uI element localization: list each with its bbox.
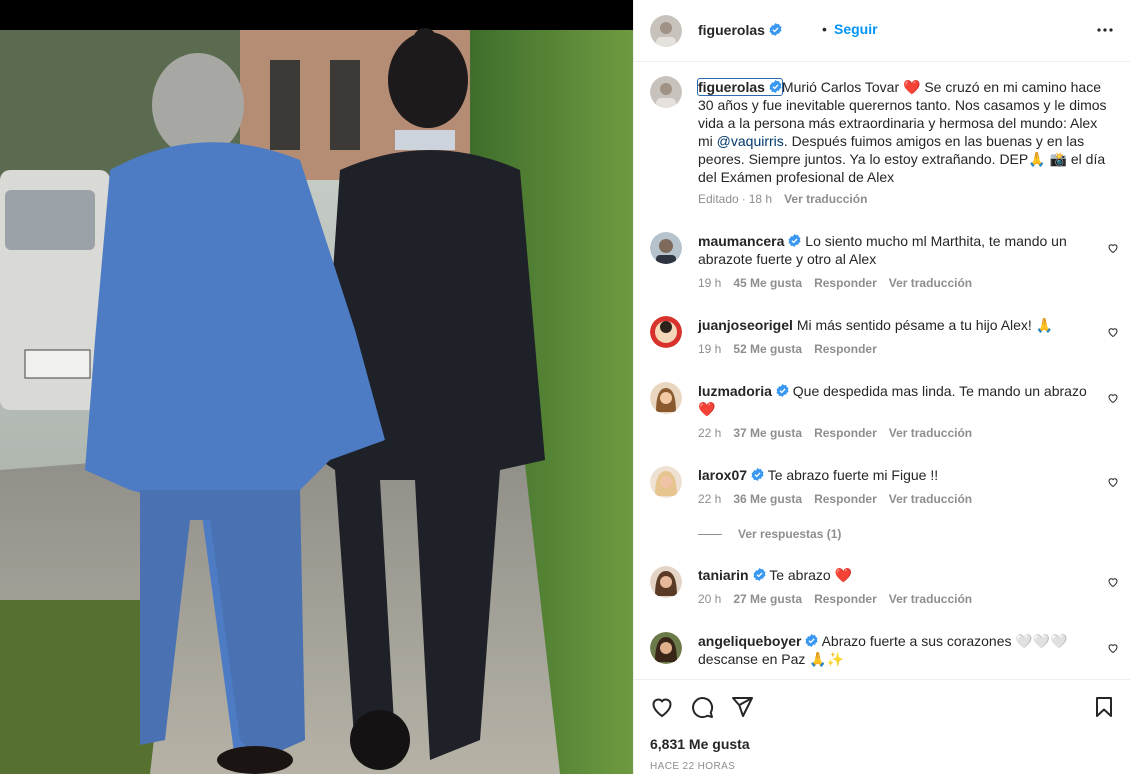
comment-icon[interactable] <box>690 695 714 719</box>
post-likes-count[interactable]: 6,831 Me gusta <box>650 736 750 752</box>
caption-edited-label: Editado <box>698 192 739 206</box>
verified-badge-icon <box>788 234 801 247</box>
comment-time[interactable]: 22 h <box>698 426 721 440</box>
comment-body: Te abrazo fuerte mi Figue !! <box>767 467 939 483</box>
comment-body: Te abrazo ❤️ <box>769 567 853 583</box>
comment-like-heart-icon[interactable] <box>1107 392 1119 404</box>
comment-likes[interactable]: 37 Me gusta <box>733 426 802 440</box>
view-replies-label: Ver respuestas (1) <box>738 527 842 541</box>
comment-reply-button[interactable]: Responder <box>814 592 877 606</box>
verified-badge-icon <box>769 80 782 93</box>
verified-badge-icon <box>805 634 818 647</box>
caption-mention-link[interactable]: @vaquirris <box>717 133 784 149</box>
caption-text: figuerolas Murió Carlos Tovar ❤️ Se cruzó… <box>697 78 1114 186</box>
caption-username[interactable]: figuerolas <box>697 78 783 96</box>
commenter-username[interactable]: larox07 <box>698 467 747 483</box>
bookmark-icon[interactable] <box>1092 695 1116 719</box>
verified-badge-icon <box>769 23 782 36</box>
post-side-panel: figuerolas • Seguir figuerolas Murió Carl… <box>633 0 1130 774</box>
comment-translate-link[interactable]: Ver traducción <box>889 276 972 290</box>
replies-divider-line <box>698 534 722 536</box>
post-actions-bar: 6,831 Me gusta HACE 22 HORAS <box>634 679 1130 774</box>
commenter-username[interactable]: juanjoseorigel <box>698 317 793 333</box>
comment-likes[interactable]: 36 Me gusta <box>733 492 802 506</box>
comment-like-heart-icon[interactable] <box>1107 476 1119 488</box>
caption-author-avatar[interactable] <box>650 76 682 108</box>
comment-translate-link[interactable]: Ver traducción <box>889 492 972 506</box>
author-avatar[interactable] <box>650 15 682 47</box>
commenter-username[interactable]: luzmadoria <box>698 383 772 399</box>
share-icon[interactable] <box>730 695 754 719</box>
comment-translate-link[interactable]: Ver traducción <box>889 592 972 606</box>
comment-like-heart-icon[interactable] <box>1107 326 1119 338</box>
comment-text: taniarin Te abrazo ❤️ <box>698 566 1092 584</box>
author-username[interactable]: figuerolas <box>698 22 782 38</box>
caption-translate-link[interactable]: Ver traducción <box>784 192 867 206</box>
instagram-post-view: figuerolas • Seguir figuerolas Murió Carl… <box>0 0 1130 774</box>
commenter-avatar[interactable] <box>650 632 682 664</box>
commenter-avatar[interactable] <box>650 316 682 348</box>
comment-time[interactable]: 19 h <box>698 342 721 356</box>
comment-reply-button[interactable]: Responder <box>814 426 877 440</box>
comment-text: maumancera Lo siento mucho ml Marthita, … <box>698 232 1092 268</box>
verified-badge-icon <box>753 568 766 581</box>
verified-badge-icon <box>751 468 764 481</box>
commenter-username[interactable]: taniarin <box>698 567 749 583</box>
comment-reply-button[interactable]: Responder <box>814 342 877 356</box>
comment-meta: 19 h 52 Me gusta Responder <box>698 342 889 356</box>
heart-icon[interactable] <box>650 695 674 719</box>
comment-likes[interactable]: 45 Me gusta <box>733 276 802 290</box>
comment-reply-button[interactable]: Responder <box>814 492 877 506</box>
comment-reply-button[interactable]: Responder <box>814 276 877 290</box>
commenter-username[interactable]: angeliqueboyer <box>698 633 801 649</box>
comment-meta: 20 h 27 Me gusta Responder Ver traducción <box>698 592 984 606</box>
comment-time[interactable]: 22 h <box>698 492 721 506</box>
commenter-avatar[interactable] <box>650 382 682 414</box>
comment-meta: 22 h 36 Me gusta Responder Ver traducción <box>698 492 984 506</box>
more-options-icon[interactable] <box>1095 20 1115 40</box>
commenter-avatar[interactable] <box>650 566 682 598</box>
commenter-avatar[interactable] <box>650 466 682 498</box>
verified-badge-icon <box>776 384 789 397</box>
comment-text: larox07 Te abrazo fuerte mi Figue !! <box>698 466 1092 484</box>
separator-dot: • <box>822 21 827 37</box>
view-replies-button[interactable]: Ver respuestas (1) <box>698 527 841 541</box>
comment-meta: 19 h 45 Me gusta Responder Ver traducción <box>698 276 984 290</box>
comment-text: luzmadoria Que despedida mas linda. Te m… <box>698 382 1092 418</box>
comment-text: angeliqueboyer Abrazo fuerte a sus coraz… <box>698 632 1092 668</box>
comment-time[interactable]: 19 h <box>698 276 721 290</box>
caption-dot: · <box>741 192 746 206</box>
comment-likes[interactable]: 27 Me gusta <box>733 592 802 606</box>
commenter-avatar[interactable] <box>650 232 682 264</box>
commenter-username[interactable]: maumancera <box>698 233 784 249</box>
comment-text: juanjoseorigel Mi más sentido pésame a t… <box>698 316 1092 334</box>
comment-meta: 22 h 37 Me gusta Responder Ver traducción <box>698 426 984 440</box>
caption-meta: Editado · 18 h Ver traducción <box>698 192 879 206</box>
comment-like-heart-icon[interactable] <box>1107 576 1119 588</box>
follow-button[interactable]: Seguir <box>834 21 878 37</box>
post-header: figuerolas • Seguir <box>634 0 1130 62</box>
comment-body: Mi más sentido pésame a tu hijo Alex! 🙏 <box>796 317 1054 333</box>
comment-translate-link[interactable]: Ver traducción <box>889 426 972 440</box>
comments-scroll-area[interactable]: figuerolas Murió Carlos Tovar ❤️ Se cruzó… <box>634 62 1130 679</box>
post-timestamp[interactable]: HACE 22 HORAS <box>650 761 735 772</box>
caption-time[interactable]: 18 h <box>749 192 772 206</box>
photo-two-men-walking <box>0 0 633 774</box>
comment-time[interactable]: 20 h <box>698 592 721 606</box>
comment-like-heart-icon[interactable] <box>1107 242 1119 254</box>
comment-like-heart-icon[interactable] <box>1107 642 1119 654</box>
comment-likes[interactable]: 52 Me gusta <box>733 342 802 356</box>
post-photo[interactable] <box>0 0 633 774</box>
